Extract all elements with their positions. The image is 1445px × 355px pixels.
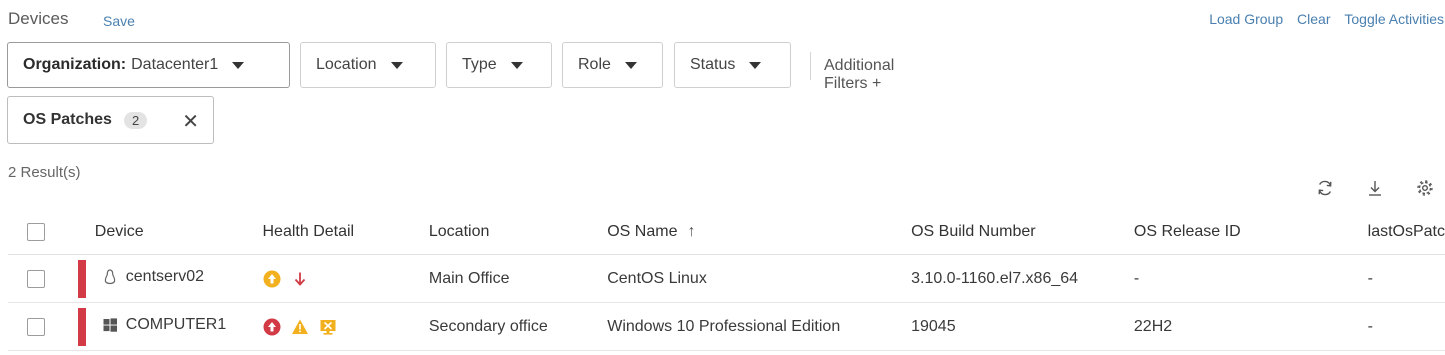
chevron-down-icon bbox=[510, 61, 523, 69]
table-header-row: Device Health Detail Location OS Name ↑ O… bbox=[8, 210, 1445, 255]
organization-filter-value: Datacenter1 bbox=[131, 56, 219, 73]
column-header-os-name[interactable]: OS Name ↑ bbox=[607, 210, 912, 255]
windows-icon bbox=[103, 318, 117, 332]
chevron-down-icon bbox=[749, 61, 762, 69]
column-header-location[interactable]: Location bbox=[428, 210, 608, 255]
os-name-cell: CentOS Linux bbox=[607, 254, 912, 303]
role-filter[interactable]: Role bbox=[562, 42, 663, 88]
chevron-down-icon bbox=[390, 61, 403, 69]
organization-filter-key: Organization: bbox=[23, 56, 127, 73]
toggle-activities-link[interactable]: Toggle Activities bbox=[1344, 11, 1444, 27]
status-filter[interactable]: Status bbox=[674, 42, 791, 88]
row-select-cell bbox=[8, 254, 78, 303]
os-release-cell: 22H2 bbox=[1133, 302, 1368, 351]
chevron-down-icon bbox=[232, 61, 245, 69]
last-os-patch-cell: - bbox=[1367, 302, 1445, 351]
header-actions: Load Group Clear Toggle Activities bbox=[1199, 11, 1444, 27]
role-filter-label: Role bbox=[578, 56, 611, 73]
results-count: 2 Result(s) bbox=[8, 164, 81, 181]
location-cell: Main Office bbox=[428, 254, 608, 303]
last-os-patch-cell: - bbox=[1367, 254, 1445, 303]
os-name-header-label: OS Name bbox=[607, 223, 678, 240]
column-header-os-build[interactable]: OS Build Number bbox=[911, 210, 1134, 255]
location-cell: Secondary office bbox=[428, 302, 608, 351]
device-name: COMPUTER1 bbox=[125, 316, 227, 333]
os-build-cell: 19045 bbox=[911, 302, 1134, 351]
column-header-device[interactable]: Device bbox=[77, 210, 263, 255]
device-name: centserv02 bbox=[125, 268, 205, 285]
column-header-health[interactable]: Health Detail bbox=[262, 210, 429, 255]
gear-icon[interactable] bbox=[1415, 178, 1435, 198]
warning-triangle-icon bbox=[291, 319, 308, 334]
monitor-x-icon bbox=[320, 319, 335, 335]
down-arrow-icon bbox=[294, 272, 305, 286]
location-filter[interactable]: Location bbox=[300, 42, 436, 88]
additional-filters-button[interactable]: Additional Filters + bbox=[824, 57, 894, 93]
device-cell[interactable]: centserv02 bbox=[77, 254, 263, 303]
load-group-link[interactable]: Load Group bbox=[1209, 11, 1283, 27]
select-all-cell bbox=[8, 210, 78, 255]
devices-table: Device Health Detail Location OS Name ↑ O… bbox=[8, 210, 1445, 351]
device-cell[interactable]: COMPUTER1 bbox=[77, 302, 263, 351]
type-filter-label: Type bbox=[462, 56, 497, 73]
row-checkbox[interactable] bbox=[27, 269, 45, 288]
select-all-checkbox[interactable] bbox=[27, 223, 45, 241]
filter-divider bbox=[810, 52, 811, 80]
type-filter[interactable]: Type bbox=[446, 42, 552, 88]
severity-bar bbox=[77, 260, 86, 298]
table-row[interactable]: COMPUTER1 Secondary office Windows 10 Pr… bbox=[8, 302, 1445, 351]
table-row[interactable]: centserv02 Main Office CentOS Linux 3.10… bbox=[8, 254, 1445, 303]
location-filter-label: Location bbox=[316, 56, 377, 73]
table-tools bbox=[1315, 178, 1435, 200]
chip-label: OS Patches bbox=[23, 111, 112, 128]
column-header-last-os-patch[interactable]: lastOsPatc bbox=[1367, 210, 1445, 255]
close-icon[interactable]: ✕ bbox=[182, 109, 199, 134]
chevron-down-icon bbox=[624, 61, 637, 69]
status-filter-label: Status bbox=[690, 56, 736, 73]
linux-icon bbox=[104, 269, 116, 285]
os-release-cell: - bbox=[1133, 254, 1368, 303]
clear-link[interactable]: Clear bbox=[1297, 11, 1330, 27]
health-cell bbox=[262, 254, 429, 303]
severity-bar bbox=[77, 308, 86, 346]
row-checkbox[interactable] bbox=[27, 317, 45, 336]
chip-count-badge: 2 bbox=[123, 111, 148, 129]
sort-ascending-icon: ↑ bbox=[687, 223, 696, 240]
refresh-icon[interactable] bbox=[1315, 178, 1335, 198]
health-cell bbox=[262, 302, 429, 351]
save-link[interactable]: Save bbox=[103, 13, 135, 29]
page-header: Devices Save Load Group Clear Toggle Act… bbox=[8, 8, 1445, 34]
page-title: Devices bbox=[8, 9, 69, 28]
up-arrow-circle-icon bbox=[263, 270, 280, 287]
organization-filter[interactable]: Organization: Datacenter1 bbox=[7, 42, 290, 88]
up-arrow-circle-icon bbox=[263, 318, 280, 335]
os-name-cell: Windows 10 Professional Edition bbox=[607, 302, 912, 351]
os-patches-chip[interactable]: OS Patches 2 ✕ bbox=[7, 96, 214, 144]
os-build-cell: 3.10.0-1160.el7.x86_64 bbox=[911, 254, 1134, 303]
column-header-os-release[interactable]: OS Release ID bbox=[1133, 210, 1368, 255]
download-icon[interactable] bbox=[1365, 178, 1385, 198]
row-select-cell bbox=[8, 302, 78, 351]
